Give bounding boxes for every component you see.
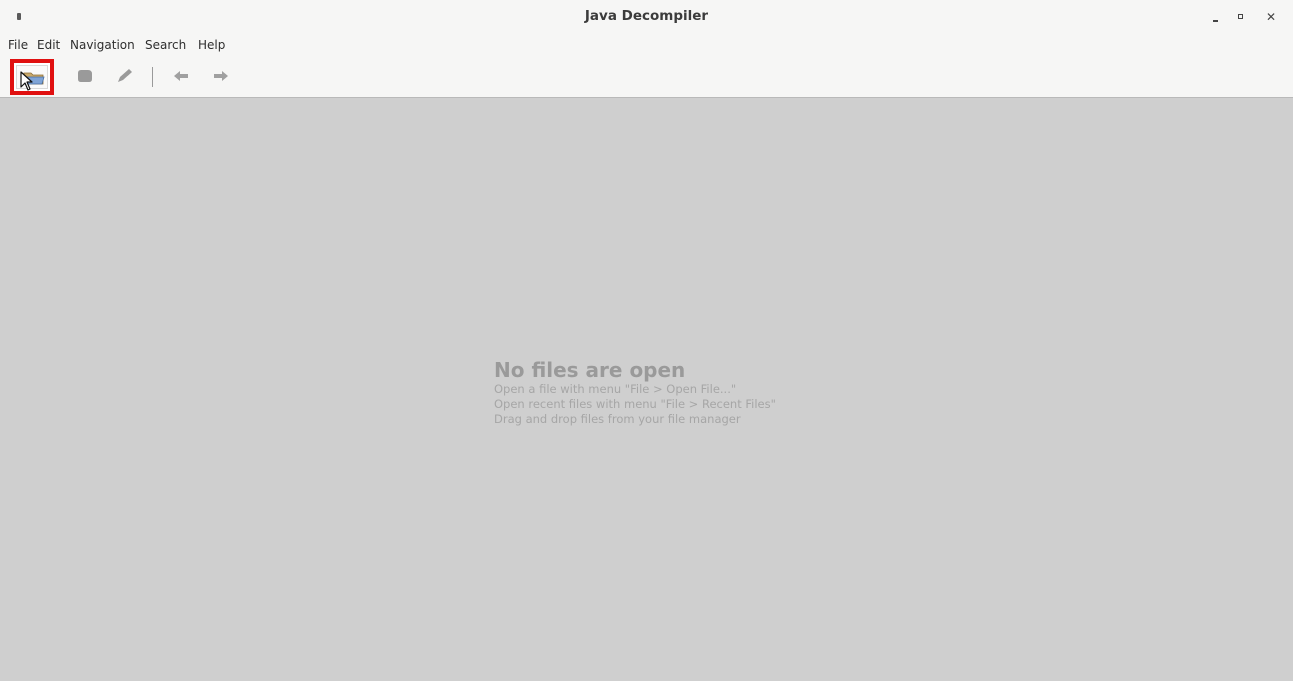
save-button[interactable] <box>70 63 102 91</box>
main-content-area[interactable]: No files are open Open a file with menu … <box>4 98 1289 681</box>
empty-state-hint: Open recent files with menu "File > Rece… <box>494 397 776 411</box>
arrow-right-icon <box>214 71 228 81</box>
window-title: Java Decompiler <box>584 8 709 24</box>
minimize-button[interactable] <box>1207 8 1227 26</box>
empty-state-title: No files are open <box>494 358 686 382</box>
menu-search[interactable]: Search <box>145 38 186 52</box>
app-window: Java Decompiler ✕ File Edit Navigation S… <box>0 0 1293 681</box>
toolbar <box>0 55 1293 98</box>
toolbar-separator <box>152 67 153 87</box>
maximize-button[interactable] <box>1232 8 1252 26</box>
menu-edit[interactable]: Edit <box>37 38 60 52</box>
close-icon: ✕ <box>1266 10 1277 24</box>
menu-bar: File Edit Navigation Search Help <box>0 36 1293 55</box>
mouse-cursor-icon <box>20 71 33 91</box>
menu-navigation[interactable]: Navigation <box>70 38 135 52</box>
close-button[interactable]: ✕ <box>1264 8 1284 26</box>
forward-button[interactable] <box>204 63 236 91</box>
save-icon <box>78 70 92 82</box>
maximize-icon <box>1238 14 1243 19</box>
open-file-button-face[interactable] <box>16 65 48 91</box>
back-button[interactable] <box>166 63 198 91</box>
menu-help[interactable]: Help <box>198 38 225 52</box>
empty-state: No files are open Open a file with menu … <box>494 358 914 427</box>
minimize-icon <box>1213 20 1218 22</box>
pencil-icon <box>118 69 132 82</box>
empty-state-hint: Open a file with menu "File > Open File.… <box>494 382 737 396</box>
title-bar[interactable]: Java Decompiler ✕ <box>0 0 1293 36</box>
open-file-button[interactable] <box>10 59 54 95</box>
menu-file[interactable]: File <box>8 38 28 52</box>
arrow-left-icon <box>174 71 188 81</box>
empty-state-hint: Drag and drop files from your file manag… <box>494 412 741 426</box>
edit-button[interactable] <box>110 63 142 91</box>
